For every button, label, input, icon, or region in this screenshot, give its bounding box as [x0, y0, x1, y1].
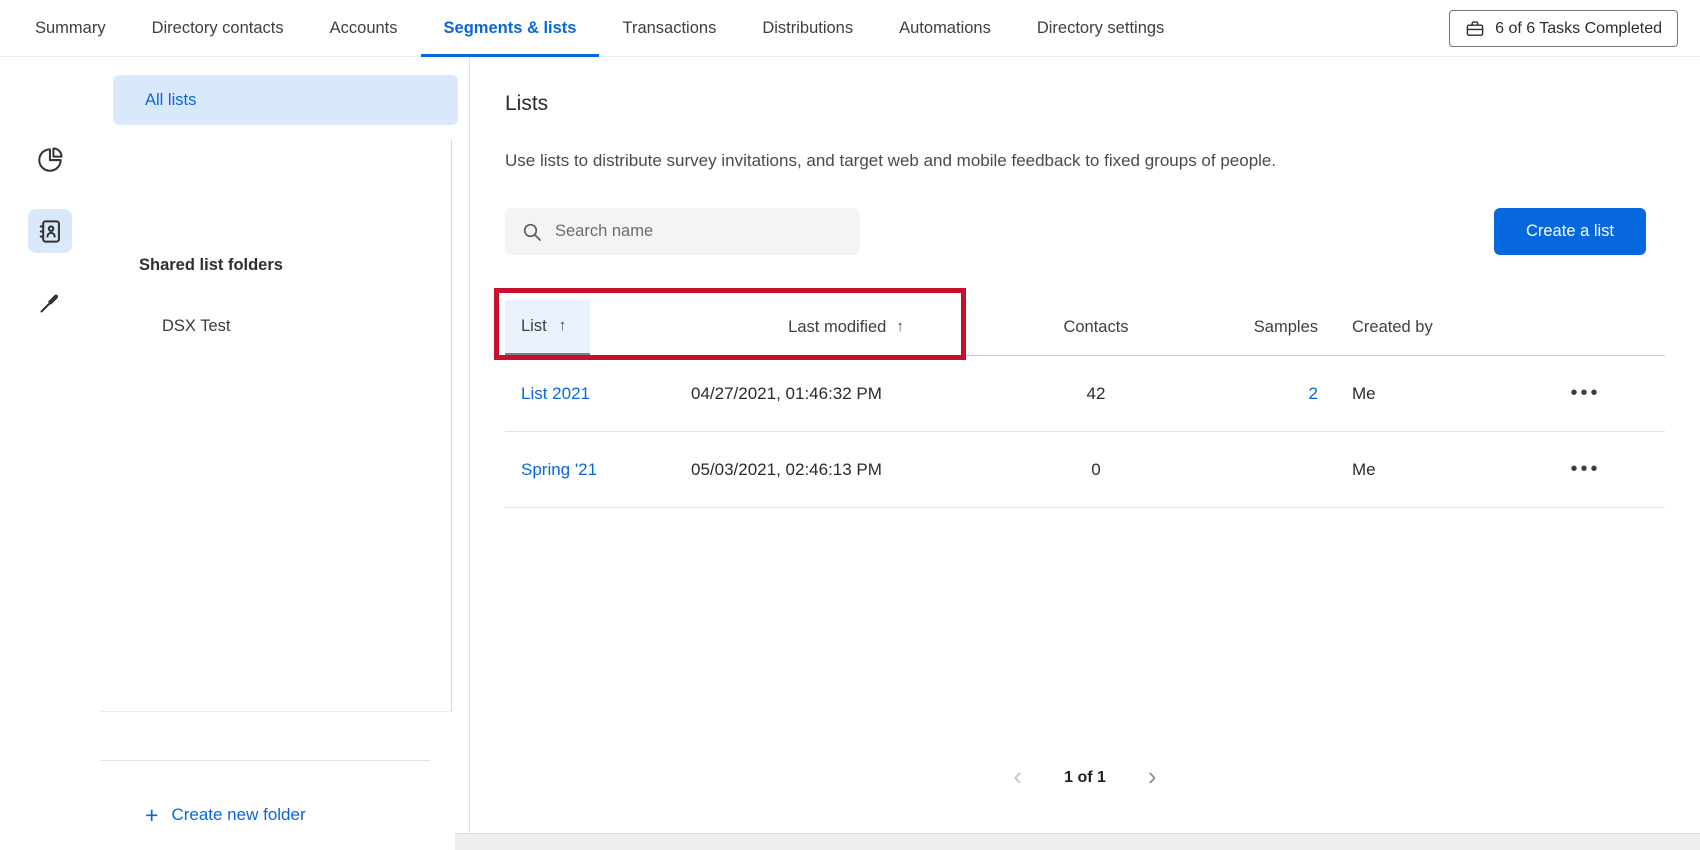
row-actions-menu[interactable]: •••: [1570, 382, 1600, 405]
search-input[interactable]: [555, 222, 846, 241]
search-icon: [522, 222, 542, 242]
previous-page-button[interactable]: ‹: [1013, 763, 1022, 789]
tab-transactions[interactable]: Transactions: [599, 0, 739, 56]
lists-main: Lists Use lists to distribute survey inv…: [470, 57, 1700, 850]
folder-item-dsx-test[interactable]: DSX Test: [162, 317, 230, 336]
briefcase-icon: [1465, 19, 1485, 38]
created-by-cell: Me: [1336, 356, 1536, 431]
shared-folders-heading: Shared list folders: [139, 256, 283, 275]
column-header-last-modified-label: Last modified: [788, 318, 886, 337]
tab-directory-contacts[interactable]: Directory contacts: [129, 0, 307, 56]
column-header-list-label: List: [521, 317, 547, 336]
icon-rail: [0, 57, 100, 850]
pagination: ‹ 1 of 1 ›: [470, 765, 1700, 791]
shared-folders-panel: Shared list folders DSX Test: [100, 140, 452, 712]
tab-directory-settings[interactable]: Directory settings: [1014, 0, 1187, 56]
rail-item-segments[interactable]: [28, 137, 72, 181]
tab-segments-lists[interactable]: Segments & lists: [421, 0, 600, 56]
address-book-icon: [37, 218, 64, 245]
contacts-cell: 42: [1001, 356, 1191, 431]
list-link[interactable]: List 2021: [521, 384, 590, 404]
horizontal-scrollbar[interactable]: [455, 833, 1700, 850]
samples-link[interactable]: 2: [1309, 384, 1318, 404]
created-by-cell: Me: [1336, 432, 1536, 507]
directory-tabs: Summary Directory contacts Accounts Segm…: [12, 0, 1187, 56]
page-title: Lists: [505, 92, 548, 116]
sort-asc-icon: ↑: [559, 317, 567, 334]
table-header-row: List ↑ Last modified ↑ Contacts Samples …: [505, 300, 1665, 356]
list-link[interactable]: Spring '21: [521, 460, 597, 480]
sidebar-divider: [100, 760, 430, 761]
last-modified-cell: 04/27/2021, 01:46:32 PM: [691, 356, 1001, 431]
lists-sidebar: All lists Shared list folders DSX Test +…: [100, 57, 470, 850]
rail-item-tools[interactable]: [28, 280, 72, 324]
last-modified-cell: 05/03/2021, 02:46:13 PM: [691, 432, 1001, 507]
eyedropper-icon: [37, 289, 64, 316]
sort-asc-icon: ↑: [896, 318, 904, 335]
plus-icon: +: [145, 804, 158, 827]
pie-chart-icon: [37, 146, 64, 173]
column-header-samples[interactable]: Samples: [1191, 300, 1336, 355]
column-header-last-modified[interactable]: Last modified ↑: [691, 300, 1001, 355]
row-actions-menu[interactable]: •••: [1570, 458, 1600, 481]
search-box[interactable]: [505, 208, 860, 255]
tasks-completed-label: 6 of 6 Tasks Completed: [1495, 20, 1662, 38]
contacts-cell: 0: [1001, 432, 1191, 507]
sidebar-item-all-lists[interactable]: All lists: [113, 75, 458, 125]
create-folder-label: Create new folder: [171, 805, 305, 825]
tab-automations[interactable]: Automations: [876, 0, 1014, 56]
page-indicator: 1 of 1: [1064, 769, 1106, 787]
create-list-button[interactable]: Create a list: [1494, 208, 1646, 255]
column-header-created-by[interactable]: Created by: [1336, 300, 1536, 355]
column-header-list[interactable]: List ↑: [505, 300, 590, 355]
create-new-folder-button[interactable]: + Create new folder: [145, 797, 306, 833]
table-row: List 2021 04/27/2021, 01:46:32 PM 42 2 M…: [505, 356, 1665, 432]
tab-distributions[interactable]: Distributions: [739, 0, 876, 56]
page-description: Use lists to distribute survey invitatio…: [505, 151, 1276, 171]
column-header-contacts[interactable]: Contacts: [1001, 300, 1191, 355]
tasks-completed-button[interactable]: 6 of 6 Tasks Completed: [1449, 10, 1678, 47]
top-navigation: Summary Directory contacts Accounts Segm…: [0, 0, 1700, 57]
tab-summary[interactable]: Summary: [12, 0, 129, 56]
column-header-actions: [1536, 300, 1665, 355]
table-row: Spring '21 05/03/2021, 02:46:13 PM 0 Me …: [505, 432, 1665, 508]
next-page-button[interactable]: ›: [1148, 763, 1157, 789]
all-lists-label: All lists: [145, 91, 196, 110]
rail-item-lists[interactable]: [28, 209, 72, 253]
tab-accounts[interactable]: Accounts: [307, 0, 421, 56]
lists-table: List ↑ Last modified ↑ Contacts Samples …: [505, 300, 1665, 508]
